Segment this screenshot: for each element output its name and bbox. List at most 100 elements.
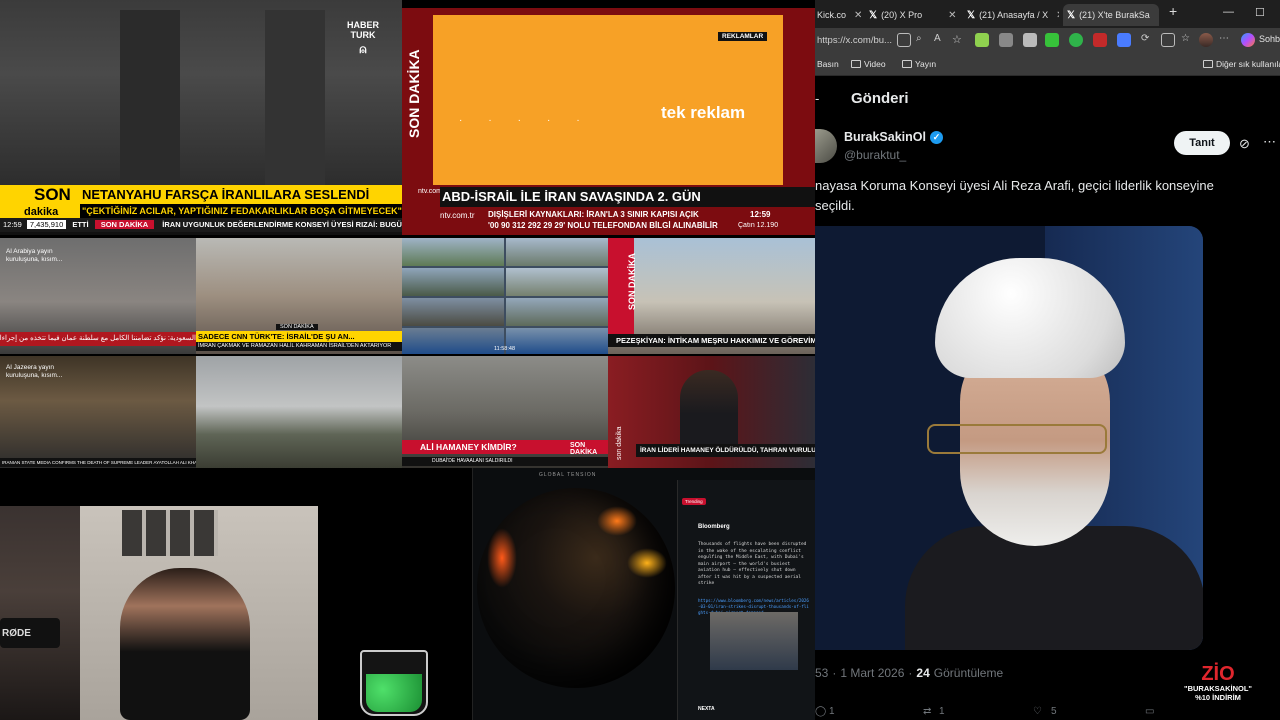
- cnn-turk-video: SON DAKİKA SADECE CNN TÜRK'TE: İSRAİL'DE…: [196, 238, 402, 354]
- author-avatar[interactable]: [815, 129, 837, 163]
- haberturk-video: HABER TURK ⍝: [0, 0, 402, 185]
- cam-cell-6: [506, 298, 608, 326]
- x-logo-icon: 𝕏: [967, 9, 976, 21]
- extension-x-icon[interactable]: [1045, 33, 1059, 47]
- profile-avatar[interactable]: [1199, 33, 1213, 47]
- cam-cell-1: [402, 238, 504, 266]
- like-icon[interactable]: ♡: [1033, 706, 1042, 717]
- tab-home[interactable]: 𝕏 (21) Anasayfa / X ✕: [967, 4, 1059, 26]
- bookmarks-bar: Basın Video Yayın Diğer sık kullanılanla…: [815, 54, 1280, 76]
- tab-kick[interactable]: Kick.co ✕: [817, 4, 861, 26]
- close-icon[interactable]: ✕: [854, 10, 861, 21]
- crowd-video: ALİ HAMANEY KİMDİR? SON DAKİKA DUBAİ'DE …: [402, 356, 608, 468]
- feed-panel: Trending Bloomberg Thousands of flights …: [677, 480, 815, 720]
- promo-logo: ZİO: [1201, 663, 1235, 685]
- profile-label[interactable]: Sohb: [1259, 34, 1280, 44]
- tab-x-pro[interactable]: 𝕏 (20) X Pro ✕: [869, 4, 959, 26]
- post-date[interactable]: 1 Mart 2026: [840, 666, 904, 680]
- headline-bar: NETANYAHU FARSÇA İRANLILARA SESLENDİ: [80, 185, 402, 204]
- author-handle[interactable]: @buraktut_: [844, 148, 906, 162]
- anchor-figure: [680, 370, 738, 450]
- cnn-top-badge: SON DAKİKA: [276, 324, 318, 330]
- repost-icon[interactable]: ⇄: [923, 706, 931, 717]
- anchor-video: son dakika İRAN LİDERİ HAMANEY ÖLDÜRÜLDÜ…: [608, 356, 815, 468]
- ad-badge: REKLAMLAR: [718, 32, 768, 41]
- favorite-star-icon[interactable]: ☆: [952, 33, 966, 47]
- new-tab-button[interactable]: +: [1169, 3, 1177, 19]
- url-field[interactable]: https://x.com/bu...: [815, 32, 892, 50]
- camera-grid-video: 11:58:48: [402, 238, 608, 354]
- back-arrow-icon[interactable]: -: [815, 91, 819, 106]
- more-options-icon[interactable]: ⋯: [1263, 134, 1276, 150]
- other-bookmarks[interactable]: Diğer sık kullanılanlar: [1203, 59, 1280, 69]
- zoom-icon[interactable]: ⌕: [916, 33, 930, 47]
- ticker-bar: 12:59 7,435,910 ETTİ SON DAKİKA İRAN UYG…: [0, 218, 402, 232]
- read-aloud-icon[interactable]: A: [934, 33, 948, 47]
- grok-icon[interactable]: ⊘: [1239, 136, 1250, 152]
- ntv-headline: ABD-İSRAİL İLE İRAN SAVAŞINDA 2. GÜN: [440, 187, 815, 207]
- logo-line2: TURK: [350, 30, 376, 40]
- building-silhouette: [120, 10, 180, 180]
- tile1-arabic-bar: السعودية: نؤكد تضامننا الكامل مع سلطنة ع…: [0, 332, 196, 346]
- refresh-extension-icon[interactable]: ⟳: [1141, 33, 1155, 47]
- ntv-url: ntv.com.tr: [440, 211, 475, 220]
- tab-home-label: (21) Anasayfa / X: [979, 10, 1049, 20]
- post-image[interactable]: [815, 226, 1203, 650]
- favorites-icon[interactable]: ☆: [1181, 33, 1195, 47]
- gumball-jar: [360, 650, 428, 716]
- bookmark-yayin[interactable]: Yayın: [902, 59, 936, 69]
- globe-title: GLOBAL TENSION: [539, 472, 597, 478]
- maximize-button[interactable]: ☐: [1255, 6, 1265, 19]
- bookmark-video-label: Video: [864, 59, 886, 69]
- ntv-vertical-son-dakika: SON DAKİKA: [406, 49, 422, 138]
- copilot-icon[interactable]: [1241, 33, 1255, 47]
- ntv-ticker-line1: DIŞİŞLERİ KAYNAKLARI: İRAN'LA 3 SINIR KA…: [488, 210, 699, 219]
- tile7-badge: SON DAKİKA: [570, 442, 598, 456]
- tab-post[interactable]: 𝕏 (21) X'te BurakSa ✕: [1063, 4, 1159, 26]
- folder-icon: [851, 60, 861, 68]
- split-icon[interactable]: [897, 33, 911, 47]
- extension-screen-icon[interactable]: [999, 33, 1013, 47]
- extension-slash-icon[interactable]: [1072, 33, 1086, 47]
- menu-dots-icon[interactable]: ⋯: [1219, 33, 1233, 47]
- bookmark-video[interactable]: Video: [851, 59, 886, 69]
- son-label: SON: [34, 185, 71, 204]
- close-icon[interactable]: ✕: [1056, 10, 1059, 21]
- author-name[interactable]: BurakSakinOl ✓: [844, 130, 943, 144]
- ntv-lower-third: ntv.com.tr ABD-İSRAİL İLE İRAN SAVAŞINDA…: [402, 185, 815, 235]
- feed-tab-active[interactable]: Trending: [682, 498, 706, 505]
- minimize-button[interactable]: —: [1223, 6, 1234, 18]
- bookmark-basin[interactable]: Basın: [817, 59, 839, 69]
- follow-button[interactable]: Tanıt: [1174, 131, 1230, 155]
- person: [120, 568, 250, 720]
- tab-x-pro-label: (20) X Pro: [881, 10, 923, 20]
- tile5-ticker: IRANIAN STATE MEDIA CONFIRMS THE DEATH O…: [0, 458, 196, 467]
- ticker-count: 7,435,910: [26, 220, 67, 229]
- haberturk-logo: HABER TURK ⍝: [338, 20, 388, 56]
- sidebar-icon[interactable]: [1161, 33, 1175, 47]
- bookmark-icon[interactable]: ▭: [1145, 706, 1154, 717]
- browser-window: Kick.co ✕ 𝕏 (20) X Pro ✕ 𝕏 (21) Anasayfa…: [815, 0, 1280, 720]
- promo-line2: %10 İNDİRİM: [1195, 693, 1241, 702]
- tile7-ticker: DUBAİ'DE HAVAALANI SALDIRILDI: [402, 457, 608, 466]
- repost-count: 1: [939, 706, 945, 717]
- tab-kick-label: Kick.co: [817, 10, 847, 20]
- tile8-headline: İRAN LİDERİ HAMANEY ÖLDÜRÜLDÜ, TAHRAN VU…: [636, 444, 815, 457]
- close-icon[interactable]: ✕: [948, 10, 956, 21]
- extension-grid-icon[interactable]: [1023, 33, 1037, 47]
- close-icon[interactable]: ✕: [1158, 10, 1159, 21]
- extension-green-icon[interactable]: [975, 33, 989, 47]
- mic-brand: RØDE: [2, 628, 31, 639]
- folder-icon: [902, 60, 912, 68]
- x-logo-icon: 𝕏: [1067, 9, 1076, 21]
- extension-arrow-icon[interactable]: [1093, 33, 1107, 47]
- ntv-ticker-line2: '00 90 312 292 29 29' NOLU TELEFONDAN Bİ…: [488, 221, 718, 230]
- promo-line1: "BURAKSAKİNOL": [1184, 684, 1252, 693]
- globe-hotspot-2: [487, 528, 517, 588]
- aa-icon: ⍝: [359, 42, 367, 56]
- translate-icon[interactable]: [1117, 33, 1131, 47]
- page-title: Gönderi: [851, 90, 909, 107]
- reply-icon[interactable]: ◯: [815, 706, 826, 717]
- cam-cell-3: [402, 268, 504, 296]
- cnn-headline: SADECE CNN TÜRK'TE: İSRAİL'DE ŞU AN...: [196, 331, 402, 342]
